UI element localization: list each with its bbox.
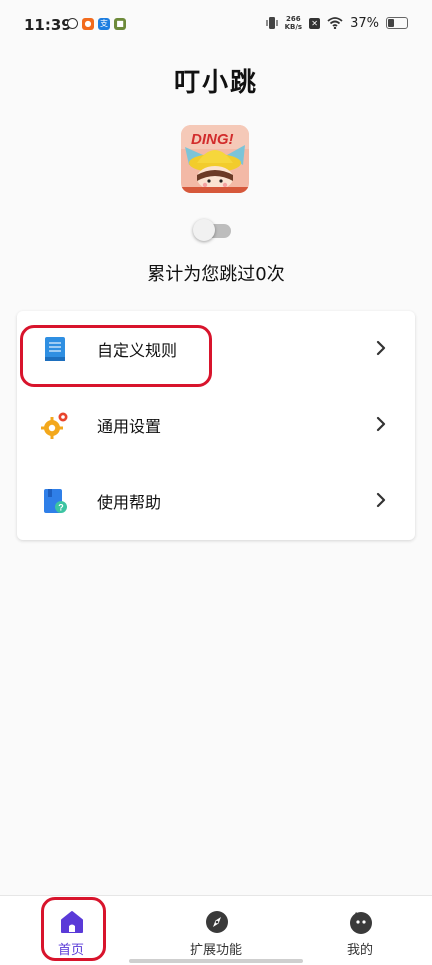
menu-item-help[interactable]: ? 使用帮助 <box>17 463 415 539</box>
nav-item-extensions[interactable]: 扩展功能 <box>161 896 271 965</box>
skip-count-text: 累计为您跳过0次 <box>147 264 285 285</box>
status-bar: 11:39 ● 支 ■ 266 KB/s ✕ 37% <box>0 0 432 50</box>
network-speed-value: 266 <box>286 15 301 23</box>
sync-icon <box>67 18 78 29</box>
home-icon <box>61 911 83 933</box>
chevron-right-icon <box>376 492 386 508</box>
nav-label: 我的 <box>346 943 373 958</box>
menu-item-label: 使用帮助 <box>97 493 162 512</box>
svg-text:?: ? <box>58 503 64 513</box>
profile-face-icon <box>350 912 372 934</box>
logo-text: DING! <box>191 131 234 148</box>
menu-item-label: 通用设置 <box>97 417 162 436</box>
chevron-right-icon <box>376 416 386 432</box>
notification-icons: ● 支 ■ <box>67 18 126 30</box>
chevron-right-icon <box>376 340 386 356</box>
alipay-icon: 支 <box>98 18 110 30</box>
game-icon: ■ <box>114 18 126 30</box>
wifi-icon <box>327 17 343 29</box>
bottom-nav: 首页 扩展功能 我的 <box>0 895 432 965</box>
app-orange-icon: ● <box>82 18 94 30</box>
nav-item-profile[interactable]: 我的 <box>305 896 415 965</box>
app-title: 叮小跳 <box>173 68 258 98</box>
toggle-knob <box>193 219 215 241</box>
battery-icon <box>386 17 408 29</box>
home-screen: 11:39 ● 支 ■ 266 KB/s ✕ 37% 叮小跳 DING! 累计为… <box>0 0 432 965</box>
nav-item-home[interactable]: 首页 <box>16 896 126 965</box>
menu-item-custom-rules[interactable]: 自定义规则 <box>17 311 415 387</box>
battery-percent: 37% <box>350 15 379 31</box>
no-sim-icon: ✕ <box>309 17 321 29</box>
menu-item-general-settings[interactable]: 通用设置 <box>17 387 415 463</box>
nav-label: 扩展功能 <box>189 943 242 958</box>
network-speed-unit: KB/s <box>284 23 303 31</box>
document-icon <box>45 337 65 361</box>
gesture-bar[interactable] <box>129 959 303 963</box>
status-indicators: 266 KB/s ✕ 37% <box>266 15 408 31</box>
settings-menu-card: 自定义规则 通用设置 ? 使用帮助 <box>17 311 415 540</box>
service-toggle[interactable] <box>193 219 233 241</box>
network-speed: 266 KB/s <box>285 15 302 31</box>
help-book-icon: ? <box>44 489 67 513</box>
vibrate-icon <box>266 17 278 29</box>
app-logo: DING! <box>181 125 249 193</box>
settings-gears-icon <box>41 412 68 439</box>
menu-item-label: 自定义规则 <box>97 341 178 360</box>
compass-icon <box>206 911 228 933</box>
status-time: 11:39 <box>24 16 72 34</box>
nav-label: 首页 <box>57 943 84 958</box>
